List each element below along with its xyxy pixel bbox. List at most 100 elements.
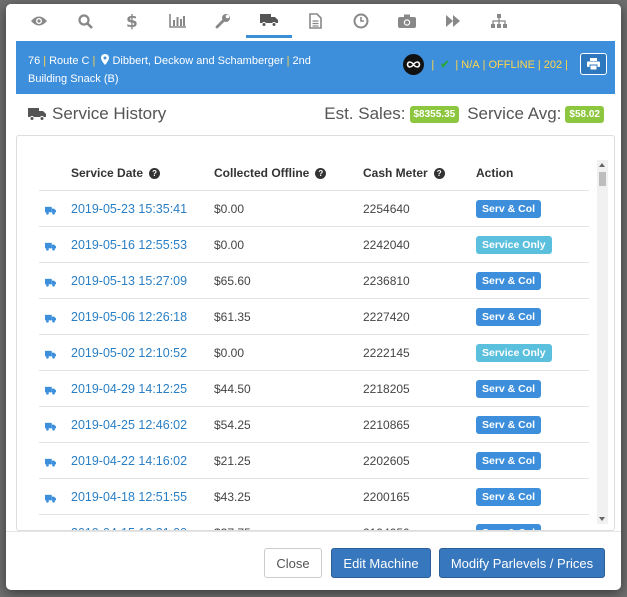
tab-sales[interactable]: $	[108, 4, 154, 38]
truck-icon	[28, 108, 46, 121]
service-date-link[interactable]: 2019-05-06 12:26:18	[71, 310, 187, 324]
action-badge[interactable]: Serv & Col	[476, 308, 542, 326]
machine-route: Route C	[49, 55, 90, 67]
eye-icon	[31, 16, 47, 26]
collected-offline-value: $65.60	[214, 274, 251, 288]
column-header-collected-offline[interactable]: Collected Offline?	[214, 166, 327, 180]
dollar-icon: $	[126, 13, 137, 30]
cash-meter-value: 2210865	[363, 418, 410, 432]
collected-offline-value: $21.25	[214, 454, 251, 468]
action-badge[interactable]: Serv & Col	[476, 200, 542, 218]
column-header-label: Action	[476, 166, 514, 180]
table-row: 2019-05-02 12:10:52 $0.00 2222145 Service O…	[39, 334, 589, 370]
tab-overview[interactable]	[16, 4, 62, 38]
truck-icon	[45, 240, 56, 254]
tab-documents[interactable]	[292, 4, 338, 38]
table-row: 2019-04-22 14:16:02 $21.25 2202605 Serv & C…	[39, 442, 589, 478]
cash-meter-value: 2227420	[363, 310, 410, 324]
print-button[interactable]	[580, 53, 607, 75]
tab-forward[interactable]	[430, 4, 476, 38]
clock-icon	[353, 13, 369, 29]
est-sales-badge: $8355.35	[409, 105, 460, 123]
bar-chart-icon	[168, 14, 186, 28]
service-date-link[interactable]: 2019-05-23 15:35:41	[71, 202, 187, 216]
tab-schedule[interactable]	[338, 4, 384, 38]
action-badge[interactable]: Serv & Col	[476, 416, 542, 434]
action-badge[interactable]: Serv & Col	[476, 524, 542, 530]
service-date-link[interactable]: 2019-04-18 12:51:55	[71, 490, 187, 504]
service-history-modal: $ 76 | Route C | Dibbert, Deckow and Sch…	[6, 4, 621, 590]
modify-parlevels-button[interactable]: Modify Parlevels / Prices	[439, 548, 605, 578]
cash-meter-value: 2202605	[363, 454, 410, 468]
column-header-action: Action	[476, 166, 513, 180]
question-icon[interactable]: ?	[149, 167, 161, 179]
collected-offline-value: $43.25	[214, 490, 251, 504]
machine-status-group: | ✔ | N/A | OFFLINE | 202 |	[403, 54, 571, 75]
truck-icon	[45, 492, 56, 506]
collected-offline-value: $54.25	[214, 418, 251, 432]
map-marker-icon	[98, 54, 112, 67]
fast-forward-icon	[445, 15, 460, 27]
collected-offline-value: $0.00	[214, 238, 245, 252]
machine-floor: 2nd	[292, 55, 311, 67]
section-heading: Service History	[28, 104, 166, 124]
action-badge[interactable]: Serv & Col	[476, 452, 542, 470]
scroll-thumb[interactable]	[599, 172, 606, 186]
collected-offline-value: $0.00	[214, 202, 245, 216]
status-na: N/A	[461, 58, 480, 71]
question-icon[interactable]: ?	[433, 167, 445, 179]
collected-offline-value: $61.35	[214, 310, 251, 324]
close-button[interactable]: Close	[264, 548, 322, 578]
service-date-link[interactable]: 2019-04-22 14:16:02	[71, 454, 187, 468]
truck-icon	[45, 204, 56, 218]
scroll-down-arrow[interactable]	[599, 517, 605, 521]
machine-info-bar: 76 | Route C | Dibbert, Deckow and Schamber…	[16, 41, 615, 94]
tab-service-history[interactable]	[246, 4, 292, 38]
tab-charts[interactable]	[154, 4, 200, 38]
tab-bar: $	[6, 4, 621, 40]
wrench-icon	[215, 14, 230, 29]
sitemap-icon	[491, 14, 507, 28]
service-history-panel: Service Date? Collected Offline? Cash Me…	[16, 135, 615, 531]
question-icon[interactable]: ?	[315, 167, 327, 179]
cash-meter-value: 2254640	[363, 202, 410, 216]
machine-location: Dibbert, Deckow and Schamberger	[112, 55, 284, 67]
service-date-link[interactable]: 2019-05-13 15:27:09	[71, 274, 187, 288]
column-header-service-date[interactable]: Service Date?	[71, 166, 161, 180]
table-row: 2019-05-13 15:27:09 $65.60 2236810 Serv & C…	[39, 262, 589, 298]
edit-machine-button[interactable]: Edit Machine	[331, 548, 431, 578]
service-date-link[interactable]: 2019-05-02 12:10:52	[71, 346, 187, 360]
tab-hierarchy[interactable]	[476, 4, 522, 38]
cash-meter-value: 2200165	[363, 490, 410, 504]
truck-icon	[260, 13, 278, 27]
service-date-link[interactable]: 2019-05-16 12:55:53	[71, 238, 187, 252]
truck-icon	[45, 312, 56, 326]
truck-icon	[45, 384, 56, 398]
table-body: 2019-05-23 15:35:41 $0.00 2254640 Serv & Co…	[39, 190, 589, 530]
column-header-cash-meter[interactable]: Cash Meter?	[363, 166, 445, 180]
cash-meter-value: 2236810	[363, 274, 410, 288]
machine-name: Building Snack (B)	[28, 73, 119, 85]
tab-photos[interactable]	[384, 4, 430, 38]
scroll-up-arrow[interactable]	[599, 163, 605, 167]
action-badge[interactable]: Service Only	[476, 236, 552, 254]
table-header: Service Date? Collected Offline? Cash Me…	[39, 156, 589, 190]
action-badge[interactable]: Serv & Col	[476, 272, 542, 290]
collected-offline-value: $44.50	[214, 382, 251, 396]
vertical-scrollbar[interactable]	[597, 160, 608, 524]
table-row: 2019-05-16 12:55:53 $0.00 2242040 Service O…	[39, 226, 589, 262]
machine-id: 76	[28, 55, 41, 67]
truck-icon	[45, 456, 56, 470]
status-count: 202	[543, 58, 563, 71]
tab-maintenance[interactable]	[200, 4, 246, 38]
action-badge[interactable]: Service Only	[476, 344, 552, 362]
truck-icon	[45, 276, 56, 290]
tab-search[interactable]	[62, 4, 108, 38]
cash-meter-value: 2222145	[363, 346, 410, 360]
action-badge[interactable]: Serv & Col	[476, 380, 542, 398]
table-row: 2019-04-29 14:12:25 $44.50 2218205 Serv & C…	[39, 370, 589, 406]
service-date-link[interactable]: 2019-04-25 12:46:02	[71, 418, 187, 432]
service-date-link[interactable]: 2019-04-29 14:12:25	[71, 382, 187, 396]
sales-summary: Est. Sales: $8355.35 Service Avg: $58.02	[324, 104, 604, 124]
action-badge[interactable]: Serv & Col	[476, 488, 542, 506]
